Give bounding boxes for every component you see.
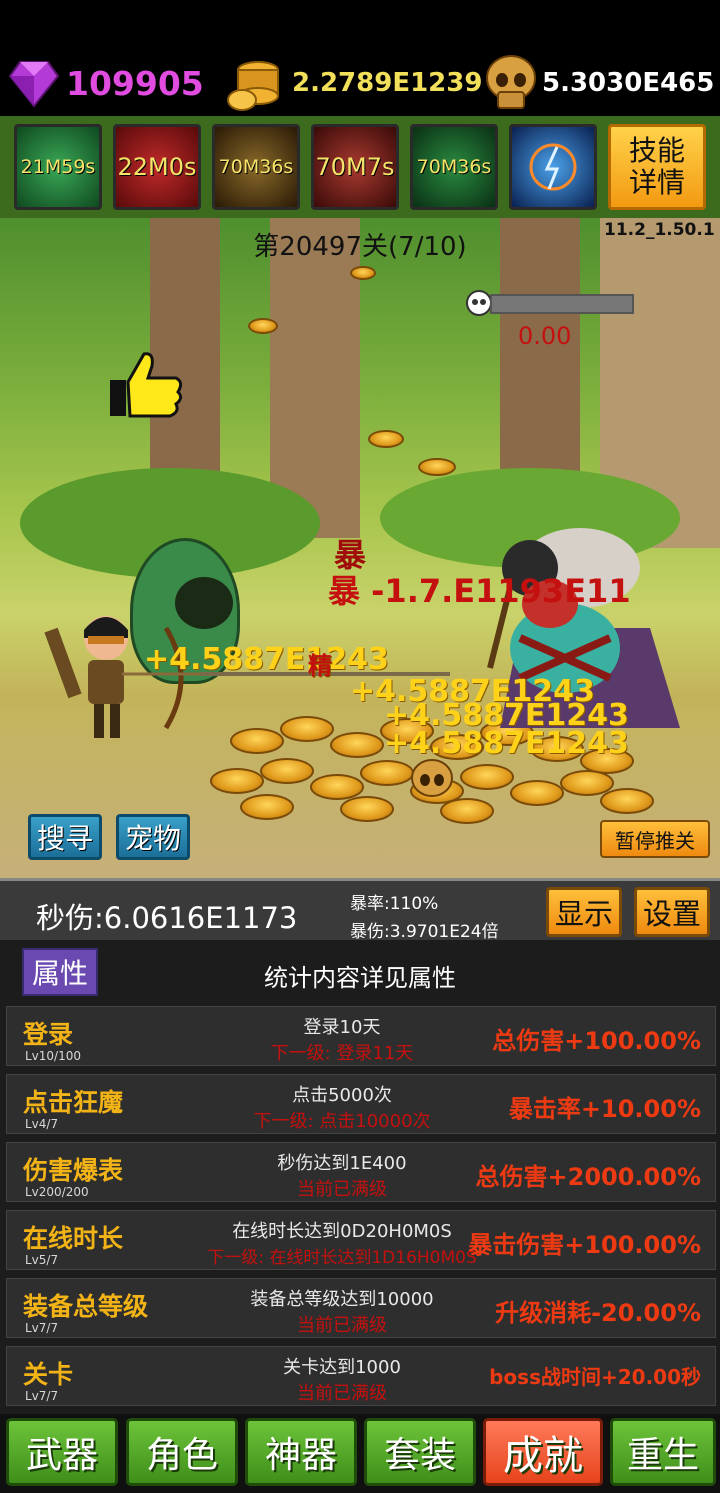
coin: [248, 318, 278, 334]
skill-cooldown: 70M7s: [315, 153, 395, 181]
achievement-title: 装备总等级: [23, 1292, 149, 1321]
skull-icon: [486, 55, 536, 109]
archer-hero: [44, 616, 204, 738]
achievement-next: 当前已满级: [297, 1179, 387, 1200]
achievement-level: Lv4/7: [25, 1117, 59, 1131]
gem-icon: [8, 61, 60, 108]
skill-slot-5[interactable]: 70M36s: [410, 124, 498, 210]
achievement-condition: 在线时长达到0D20H0M0S: [232, 1221, 452, 1242]
skill-bar: 21M59s 22M0s 70M36s 70M7s 70M36s 技能 详情: [0, 116, 720, 218]
achievement-bonus: 总伤害+100.00%: [492, 1027, 701, 1055]
elite-marker: 精: [308, 652, 332, 680]
boss-skull-icon: [466, 290, 492, 316]
achievement-level: Lv10/100: [25, 1049, 82, 1063]
dps-label: 秒伤:6.0616E1173: [36, 901, 298, 935]
attributes-tab[interactable]: 属性: [22, 948, 98, 996]
achievement-level: Lv5/7: [25, 1253, 59, 1267]
skill-slot-3[interactable]: 70M36s: [212, 124, 300, 210]
coin: [418, 458, 456, 476]
skill-slot-2[interactable]: 22M0s: [113, 124, 201, 210]
achievement-bonus: boss战时间+20.00秒: [489, 1365, 701, 1389]
achievement-condition: 登录10天: [303, 1017, 381, 1038]
achievement-bonus: 暴击率+10.00%: [508, 1095, 701, 1123]
pause-advance-button[interactable]: 暂停推关: [600, 820, 710, 858]
skill-cooldown: 22M0s: [117, 153, 197, 181]
pet-button[interactable]: 宠物: [116, 814, 190, 860]
nav-artifact[interactable]: 神器: [245, 1418, 357, 1486]
lightning-icon: [529, 143, 577, 191]
boss-timer-bar: [490, 294, 634, 314]
gem-count: 109905: [66, 64, 204, 103]
search-button[interactable]: 搜寻: [28, 814, 102, 860]
skull-count: 5.3030E465: [542, 68, 715, 98]
achievement-condition: 装备总等级达到10000: [250, 1289, 434, 1310]
skill-slot-1[interactable]: 21M59s: [14, 124, 102, 210]
skill-details-label: 技能 详情: [628, 134, 685, 199]
crit-damage-label: 暴伤:3.9701E24倍: [350, 922, 499, 942]
nav-set[interactable]: 套装: [364, 1418, 476, 1486]
achievement-next: 下一级: 登录11天: [270, 1043, 414, 1064]
achievement-title: 关卡: [23, 1360, 74, 1389]
thumbs-up-icon[interactable]: [108, 348, 184, 422]
coin: [350, 266, 376, 280]
coin: [368, 430, 404, 448]
skill-cooldown: 21M59s: [20, 156, 96, 178]
gold-coins-icon: [227, 61, 279, 111]
boss-timer: 0.00: [518, 322, 572, 350]
achievements-panel: 属性 统计内容详见属性 登录 Lv10/100 登录10天 下一级: 登录11天…: [0, 940, 720, 1414]
achievement-bonus: 总伤害+2000.00%: [475, 1163, 701, 1191]
achievement-title: 伤害爆表: [23, 1156, 124, 1185]
achievement-level: Lv200/200: [25, 1185, 89, 1199]
achievement-title: 登录: [23, 1020, 74, 1049]
stats-bar: 秒伤:6.0616E1173 暴率:110% 暴伤:3.9701E24倍 显示 …: [0, 878, 720, 942]
attributes-note: 统计内容详见属性: [264, 964, 456, 992]
nav-weapon[interactable]: 武器: [6, 1418, 118, 1486]
hit-damage-text: +4.5887E1243: [384, 726, 629, 761]
achievement-row-clicks: 点击狂魔 Lv4/7 点击5000次 下一级: 点击10000次 暴击率+10.…: [6, 1074, 716, 1134]
achievement-next: 当前已满级: [297, 1315, 387, 1336]
achievement-next: 当前已满级: [297, 1383, 387, 1404]
resource-bar: 109905 2.2789E1239 5.3030E465: [0, 50, 720, 116]
settings-button[interactable]: 设置: [634, 887, 710, 937]
achievement-bonus: 升级消耗-20.00%: [495, 1299, 701, 1327]
skill-details-button[interactable]: 技能 详情: [608, 124, 706, 210]
achievement-row-login: 登录 Lv10/100 登录10天 下一级: 登录11天 总伤害+100.00%: [6, 1006, 716, 1066]
achievement-level: Lv7/7: [25, 1321, 59, 1335]
crit-rate-label: 暴率:110%: [350, 894, 439, 914]
pile-skull-icon: [411, 759, 453, 797]
achievement-row-online: 在线时长 Lv5/7 在线时长达到0D20H0M0S 下一级: 在线时长达到1D…: [6, 1210, 716, 1270]
achievement-row-equipment: 装备总等级 Lv7/7 装备总等级达到10000 当前已满级 升级消耗-20.0…: [6, 1278, 716, 1338]
version-label: 11.2_1.50.1: [604, 220, 715, 240]
achievement-title: 在线时长: [23, 1224, 124, 1253]
achievement-next: 下一级: 点击10000次: [253, 1111, 431, 1132]
battle-scene[interactable]: 第20497关(7/10) 11.2_1.50.1 0.00 暴 暴 -1.7.…: [0, 218, 720, 878]
skill-cooldown: 70M36s: [218, 156, 294, 178]
achievement-condition: 点击5000次: [292, 1085, 392, 1106]
gold-count: 2.2789E1239: [292, 68, 483, 98]
achievement-condition: 关卡达到1000: [283, 1357, 401, 1378]
achievement-level: Lv7/7: [25, 1389, 59, 1403]
achievement-row-stage: 关卡 Lv7/7 关卡达到1000 当前已满级 boss战时间+20.00秒: [6, 1346, 716, 1406]
bottom-nav: 武器 角色 神器 套装 成就 重生: [0, 1414, 720, 1493]
nav-rebirth[interactable]: 重生: [610, 1418, 716, 1486]
display-button[interactable]: 显示: [546, 887, 622, 937]
skill-slot-4[interactable]: 70M7s: [311, 124, 399, 210]
achievement-title: 点击狂魔: [23, 1088, 124, 1117]
skill-cooldown: 70M36s: [416, 156, 492, 178]
nav-role[interactable]: 角色: [126, 1418, 238, 1486]
achievement-condition: 秒伤达到1E400: [277, 1153, 407, 1174]
crit-damage-text: 暴 -1.7.E1193E11: [328, 572, 631, 610]
achievement-row-damage: 伤害爆表 Lv200/200 秒伤达到1E400 当前已满级 总伤害+2000.…: [6, 1142, 716, 1202]
skill-slot-6[interactable]: [509, 124, 597, 210]
nav-achievement[interactable]: 成就: [483, 1418, 603, 1486]
hit-damage-text: +4.5887E1243: [144, 642, 389, 677]
achievement-bonus: 暴击伤害+100.00%: [468, 1231, 701, 1259]
